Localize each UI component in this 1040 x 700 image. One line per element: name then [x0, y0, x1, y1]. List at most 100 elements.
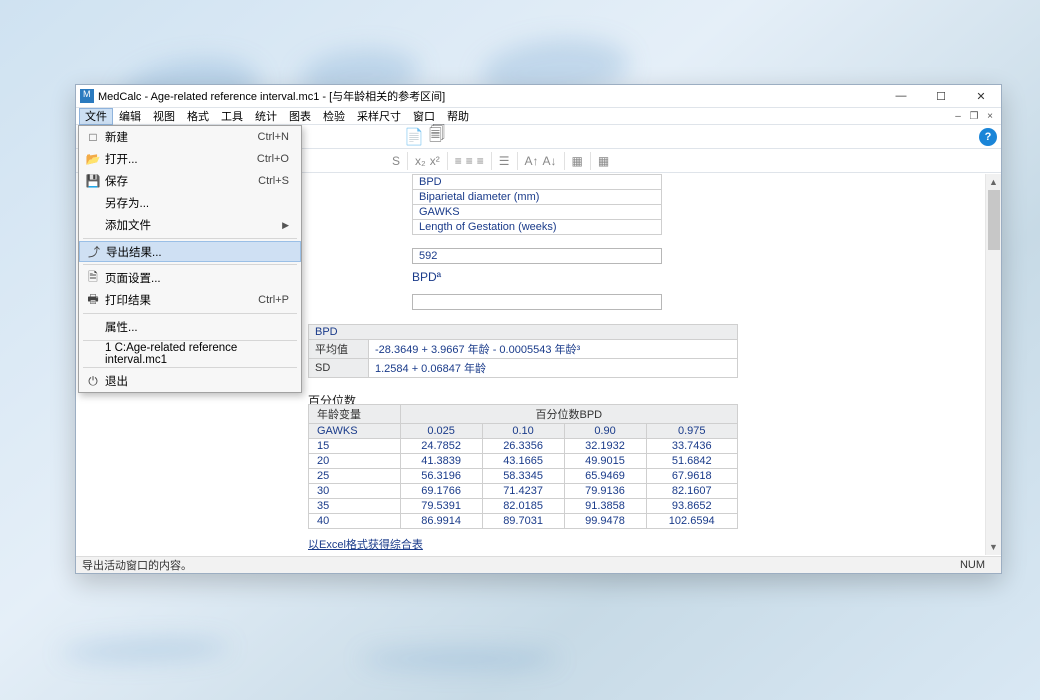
table-row: 3579.539182.018591.385893.8652 — [309, 499, 738, 514]
menu-item-accel — [283, 270, 295, 287]
align-center-icon[interactable]: ≡ — [466, 154, 473, 168]
table-row: 1524.785226.335632.193233.7436 — [309, 439, 738, 454]
data-cell: 32.1932 — [564, 439, 646, 454]
bpd-label: BPDª — [412, 270, 441, 284]
menu-item-accel: Ctrl+N — [252, 129, 295, 146]
menu-item-label: 页面设置... — [103, 270, 283, 287]
bulleted-list-icon[interactable]: ☰ — [499, 154, 510, 168]
data-cell: 82.0185 — [482, 499, 564, 514]
copy-table-icon[interactable]: 🗐 — [426, 127, 448, 147]
chart-edit-icon[interactable]: ▦ — [598, 154, 609, 168]
pct-col-header: 0.025 — [400, 424, 482, 439]
menu-item-打印结果[interactable]: 🖶打印结果Ctrl+P — [79, 289, 301, 311]
age-cell: 40 — [309, 514, 401, 529]
menu-item-icon — [83, 195, 103, 212]
menu-item-label: 属性... — [103, 319, 283, 336]
menu-item-打开[interactable]: 📂打开...Ctrl+O — [79, 148, 301, 170]
menu-item-icon: 💾 — [83, 173, 103, 190]
age-cell: 30 — [309, 484, 401, 499]
data-cell: 99.9478 — [564, 514, 646, 529]
menu-item-退出[interactable]: ⏻退出 — [79, 370, 301, 392]
scroll-thumb[interactable] — [988, 190, 1000, 250]
align-right-icon[interactable]: ≡ — [477, 154, 484, 168]
age-cell: 15 — [309, 439, 401, 454]
data-cell: 79.9136 — [564, 484, 646, 499]
menu-sample[interactable]: 采样尺寸 — [351, 108, 407, 125]
menu-item-label: 导出结果... — [104, 243, 282, 260]
menu-item-新建[interactable]: □新建Ctrl+N — [79, 126, 301, 148]
menu-stats[interactable]: 统计 — [249, 108, 283, 125]
table-row: 2041.383943.166549.901551.6842 — [309, 454, 738, 469]
minimize-button[interactable]: — — [881, 85, 921, 108]
age-cell: 25 — [309, 469, 401, 484]
menu-item-accel: Ctrl+S — [252, 173, 295, 190]
menu-item-icon: 🗎 — [83, 270, 103, 287]
gawks-header: GAWKS — [309, 424, 401, 439]
close-button[interactable]: ✕ — [961, 85, 1001, 108]
menu-item-icon: □ — [83, 129, 103, 146]
submenu-arrow-icon: ▶ — [276, 217, 295, 234]
menu-edit[interactable]: 编辑 — [113, 108, 147, 125]
mdi-restore-icon[interactable]: ❐ — [966, 111, 982, 122]
menu-test[interactable]: 检验 — [317, 108, 351, 125]
menu-help[interactable]: 帮助 — [441, 108, 475, 125]
subscript-icon[interactable]: x₂ — [415, 154, 426, 168]
menu-item-保存[interactable]: 💾保存Ctrl+S — [79, 170, 301, 192]
menu-item-属性[interactable]: 属性... — [79, 316, 301, 338]
menu-item-accel — [283, 319, 295, 336]
strike-icon[interactable]: S — [392, 154, 400, 168]
sd-eq: 1.2584 + 0.06847 年龄 — [369, 359, 738, 378]
menu-item-页面设置[interactable]: 🗎页面设置... — [79, 267, 301, 289]
data-cell: 71.4237 — [482, 484, 564, 499]
status-text: 导出活动窗口的内容。 — [82, 557, 192, 573]
menu-tools[interactable]: 工具 — [215, 108, 249, 125]
menu-chart[interactable]: 图表 — [283, 108, 317, 125]
table-row: 2556.319658.334565.946967.9618 — [309, 469, 738, 484]
excel-export-icon[interactable]: 📄 — [403, 127, 425, 147]
font-increase-icon[interactable]: A↑ — [525, 154, 539, 168]
menu-view[interactable]: 视图 — [147, 108, 181, 125]
titlebar[interactable]: MedCalc - Age-related reference interval… — [76, 85, 1001, 108]
data-cell: 91.3858 — [564, 499, 646, 514]
sample-size-cell: 592 — [412, 248, 662, 264]
menu-item-另存为[interactable]: 另存为... — [79, 192, 301, 214]
mdi-minimize-icon[interactable]: – — [950, 111, 966, 122]
menu-item-label: 打印结果 — [103, 292, 252, 309]
data-cell: 65.9469 — [564, 469, 646, 484]
variables-table: BPD Biparietal diameter (mm) GAWKS Lengt… — [412, 174, 662, 235]
chart-icon[interactable]: ▦ — [572, 154, 583, 168]
app-icon — [80, 89, 94, 103]
data-cell: 79.5391 — [400, 499, 482, 514]
menu-window[interactable]: 窗口 — [407, 108, 441, 125]
model-name: BPD — [309, 325, 738, 340]
superscript-icon[interactable]: x² — [430, 154, 440, 168]
data-cell: 41.3839 — [400, 454, 482, 469]
menu-item-1C:Age-relatedreferenceintervalmc1[interactable]: 1 C:Age-related reference interval.mc1 — [79, 343, 301, 365]
sd-label: SD — [309, 359, 369, 378]
statusbar: 导出活动窗口的内容。 NUM — [76, 556, 1001, 573]
menu-format[interactable]: 格式 — [181, 108, 215, 125]
help-icon[interactable]: ? — [979, 128, 997, 146]
menu-item-label: 另存为... — [103, 195, 283, 212]
var-gawks: GAWKS — [413, 205, 662, 220]
menubar: 文件 编辑 视图 格式 工具 统计 图表 检验 采样尺寸 窗口 帮助 – ❐ ×… — [76, 108, 1001, 125]
data-cell: 67.9618 — [646, 469, 738, 484]
maximize-button[interactable]: ☐ — [921, 85, 961, 108]
menu-item-icon — [83, 319, 103, 336]
excel-export-link[interactable]: 以Excel格式获得综合表 — [308, 536, 423, 552]
vertical-scrollbar[interactable]: ▲ ▼ — [985, 174, 1001, 555]
menu-item-icon — [83, 217, 103, 234]
mdi-close-icon[interactable]: × — [982, 111, 998, 122]
scroll-down-icon[interactable]: ▼ — [986, 539, 1001, 555]
data-cell: 56.3196 — [400, 469, 482, 484]
font-decrease-icon[interactable]: A↓ — [543, 154, 557, 168]
model-table: BPD 平均值 -28.3649 + 3.9667 年龄 - 0.0005543… — [308, 324, 738, 378]
menu-item-导出结果[interactable]: ⤴导出结果... — [79, 241, 301, 262]
table-row: 3069.176671.423779.913682.1607 — [309, 484, 738, 499]
menu-file[interactable]: 文件 — [79, 108, 113, 125]
menu-item-icon: ⤴ — [84, 243, 104, 260]
menu-item-添加文件[interactable]: 添加文件▶ — [79, 214, 301, 236]
align-left-icon[interactable]: ≡ — [455, 154, 462, 168]
menu-item-accel: Ctrl+P — [252, 292, 295, 309]
scroll-up-icon[interactable]: ▲ — [986, 174, 1001, 190]
